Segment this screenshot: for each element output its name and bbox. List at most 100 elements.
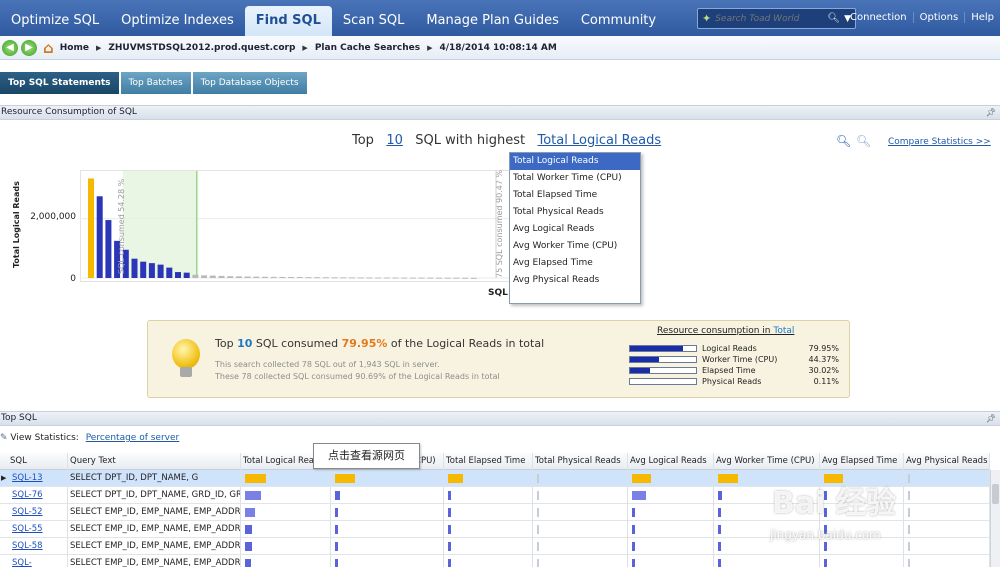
view-statistics-link[interactable]: Percentage of server — [86, 433, 180, 443]
chart-bar[interactable] — [253, 276, 260, 278]
chart-bar[interactable] — [227, 276, 234, 278]
table-row[interactable]: SQL- SELECT EMP_ID, EMP_NAME, EMP_ADDRESS… — [0, 555, 990, 567]
sql-id-link[interactable]: SQL-76 — [12, 490, 43, 500]
chart-bar[interactable] — [331, 277, 338, 279]
chart-bar[interactable] — [270, 276, 277, 278]
grid-scrollbar[interactable] — [990, 470, 1000, 567]
chart-bar[interactable] — [314, 277, 321, 279]
chart-bar[interactable] — [105, 220, 112, 278]
column-header[interactable]: Avg Physical Reads — [904, 453, 990, 470]
chart-bar[interactable] — [444, 277, 451, 279]
pin-icon[interactable]: 📌︎ — [986, 106, 996, 119]
chart-bar[interactable] — [462, 277, 469, 279]
back-icon[interactable]: ◀ — [2, 39, 18, 56]
sql-id-link[interactable]: SQL-13 — [12, 473, 43, 483]
compare-statistics-link[interactable]: Compare Statistics >> — [888, 137, 991, 147]
metric-option[interactable]: Avg Logical Reads — [510, 221, 640, 238]
chart-bar[interactable] — [96, 196, 103, 278]
nav-tab-find-sql[interactable]: Find SQL — [244, 6, 332, 36]
search-icon[interactable]: 🔍︎ — [827, 13, 840, 24]
chart-bar[interactable] — [279, 276, 286, 278]
chart-bar[interactable] — [166, 267, 173, 278]
breadcrumb-page[interactable]: Plan Cache Searches — [315, 43, 420, 53]
column-header[interactable]: Avg Worker Time (CPU) — [714, 453, 820, 470]
chart-bar[interactable] — [470, 277, 477, 279]
home-icon[interactable]: ⌂ — [43, 39, 54, 57]
column-header[interactable]: SQL — [8, 453, 68, 470]
chart-bar[interactable] — [192, 274, 199, 278]
chart-bar[interactable] — [175, 272, 181, 278]
chart-bar[interactable] — [392, 277, 399, 279]
chart-bar[interactable] — [453, 277, 460, 279]
chart-bar[interactable] — [131, 258, 138, 278]
metric-option[interactable]: Avg Worker Time (CPU) — [510, 238, 640, 255]
y-tick-top: 2,000,000 — [30, 212, 76, 222]
chart-bar[interactable] — [235, 276, 242, 278]
scrollbar-thumb[interactable] — [992, 484, 999, 504]
nav-tab-manage-plan-guides[interactable]: Manage Plan Guides — [415, 6, 570, 36]
chart-bar[interactable] — [375, 277, 382, 279]
metric-option[interactable]: Avg Elapsed Time — [510, 255, 640, 272]
nav-tab-optimize-indexes[interactable]: Optimize Indexes — [110, 6, 245, 36]
sql-id-link[interactable]: SQL- — [12, 558, 32, 567]
chart-bar[interactable] — [383, 277, 390, 279]
chart-bar[interactable] — [140, 261, 147, 278]
sql-id-link[interactable]: SQL-55 — [12, 524, 43, 534]
metric-selector[interactable]: Total Logical Reads — [538, 133, 662, 148]
chart-bar[interactable] — [218, 275, 225, 278]
chart-bar[interactable] — [148, 263, 155, 278]
metric-option[interactable]: Total Worker Time (CPU) — [510, 170, 640, 187]
nav-tab-scan-sql[interactable]: Scan SQL — [332, 6, 415, 36]
sql-id-link[interactable]: SQL-52 — [12, 507, 43, 517]
tab-top-batches[interactable]: Top Batches — [120, 72, 191, 94]
breadcrumb-server[interactable]: ZHUVMSTDSQL2012.prod.quest.corp — [108, 43, 295, 53]
chart-bar[interactable] — [157, 264, 164, 278]
metric-option[interactable]: Avg Physical Reads — [510, 272, 640, 289]
connection-link[interactable]: Connection — [844, 12, 913, 23]
column-header[interactable]: Query Text — [68, 453, 241, 470]
pin-icon[interactable]: 📌︎ — [986, 412, 996, 425]
column-header[interactable]: Avg Logical Reads — [628, 453, 714, 470]
column-header[interactable]: Total Elapsed Time — [444, 453, 533, 470]
chart-bar[interactable] — [88, 178, 94, 278]
chart-bar[interactable] — [418, 277, 425, 279]
chart-bar[interactable] — [357, 277, 364, 279]
help-link[interactable]: Help — [964, 12, 1000, 23]
chart-bar[interactable] — [436, 277, 442, 279]
top-n-selector[interactable]: 10 — [386, 133, 403, 148]
metric-dropdown[interactable]: Total Logical Reads Total Worker Time (CP… — [509, 152, 641, 304]
column-header[interactable]: Total Physical Reads — [533, 453, 628, 470]
chart-bar[interactable] — [340, 277, 347, 279]
chart-bar[interactable] — [244, 276, 251, 278]
zoom-out-icon[interactable]: 🔍︎ — [856, 134, 871, 148]
search-box[interactable]: ✦ 🔍︎ ▼ — [697, 8, 856, 29]
sql-id-link[interactable]: SQL-58 — [12, 541, 43, 551]
chart-bar[interactable] — [349, 277, 355, 279]
nav-tab-optimize-sql[interactable]: Optimize SQL — [0, 6, 110, 36]
chart-bar[interactable] — [209, 275, 216, 278]
chart-bar[interactable] — [427, 277, 434, 279]
nav-tab-community[interactable]: Community — [570, 6, 667, 36]
chart-bar[interactable] — [296, 277, 303, 279]
column-header[interactable]: Avg Elapsed Time — [820, 453, 904, 470]
breadcrumb-home[interactable]: Home — [60, 43, 89, 53]
tab-top-database-objects[interactable]: Top Database Objects — [192, 72, 307, 94]
chart-bar[interactable] — [409, 277, 416, 279]
chart-bar[interactable] — [288, 276, 295, 278]
metric-option[interactable]: Total Logical Reads — [510, 153, 640, 170]
chart-bar[interactable] — [366, 277, 373, 279]
chart-bar[interactable] — [322, 277, 329, 279]
search-input[interactable] — [715, 13, 824, 24]
metric-option[interactable]: Total Physical Reads — [510, 204, 640, 221]
chart-bar[interactable] — [305, 277, 312, 279]
resource-consumption-link[interactable]: Total — [773, 326, 794, 336]
chart-bar[interactable] — [201, 275, 208, 278]
forward-icon[interactable]: ▶ — [21, 39, 37, 56]
metric-option[interactable]: Total Elapsed Time — [510, 187, 640, 204]
zoom-in-icon[interactable]: 🔍︎ — [836, 134, 851, 148]
chart-bar[interactable] — [183, 272, 190, 278]
chart-bar[interactable] — [401, 277, 408, 279]
options-link[interactable]: Options — [912, 12, 965, 23]
tab-top-sql-statements[interactable]: Top SQL Statements — [0, 72, 119, 94]
chart-bar[interactable] — [262, 276, 268, 278]
